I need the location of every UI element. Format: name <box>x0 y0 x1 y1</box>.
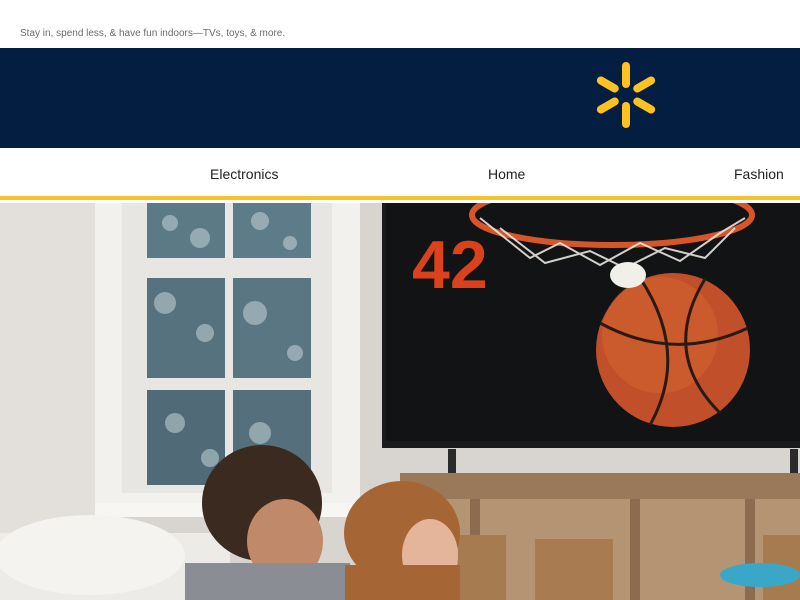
nav-electronics[interactable]: Electronics <box>210 166 278 182</box>
brand-header <box>0 48 800 148</box>
category-nav: Electronics Home Fashion <box>0 148 800 200</box>
tv: 42 <box>382 203 800 448</box>
nav-home[interactable]: Home <box>488 166 525 182</box>
scoreboard-number: 42 <box>412 227 488 303</box>
hero-image[interactable]: 42 <box>0 203 800 600</box>
preheader: Stay in, spend less, & have fun indoors—… <box>0 0 800 48</box>
walmart-spark-icon[interactable] <box>596 62 656 128</box>
hero-scene-illustration: 42 <box>0 203 800 600</box>
preheader-text: Stay in, spend less, & have fun indoors—… <box>20 28 286 39</box>
nav-fashion[interactable]: Fashion <box>734 166 784 182</box>
